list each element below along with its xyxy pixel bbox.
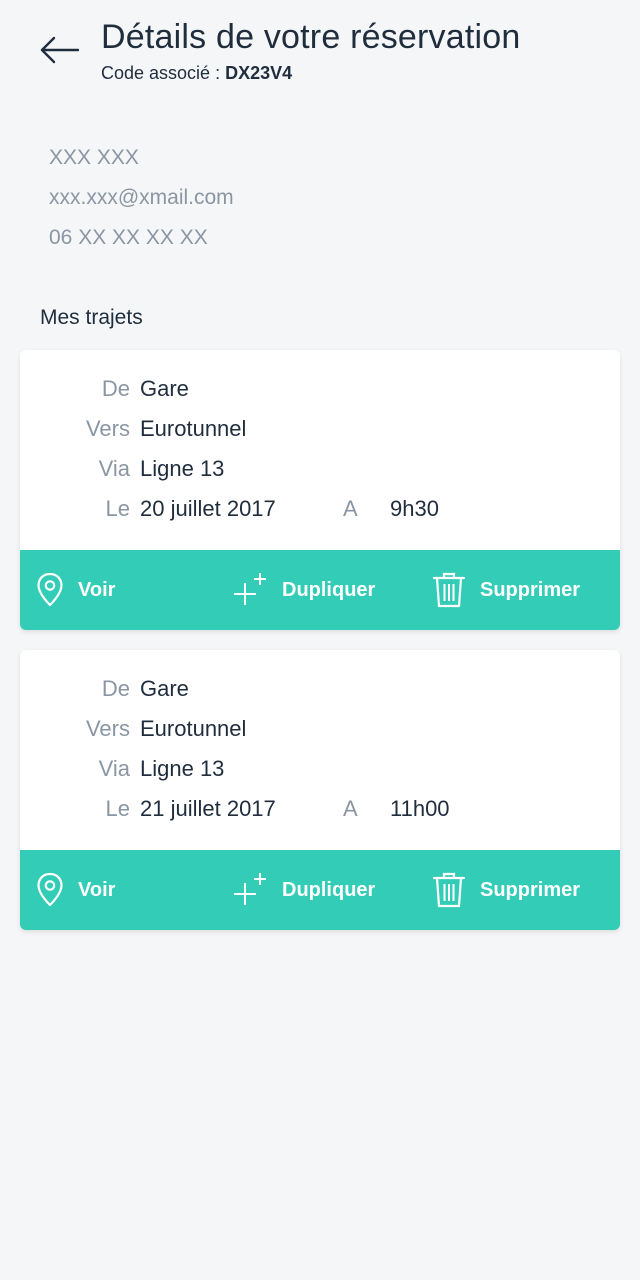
- via-value: Ligne 13: [140, 456, 225, 481]
- map-pin-icon: [37, 572, 63, 607]
- page-title: Détails de votre réservation: [101, 18, 521, 56]
- trash-icon: [432, 872, 466, 908]
- time-label: A: [343, 796, 358, 821]
- duplicate-button[interactable]: Dupliquer: [232, 850, 375, 930]
- duplicate-label: Dupliquer: [282, 878, 376, 901]
- delete-button[interactable]: Supprimer: [432, 550, 580, 630]
- contact-info: XXX XXX xxx.xxx@xmail.com 06 XX XX XX XX: [49, 143, 234, 263]
- trip-row-from: De Gare: [20, 370, 620, 410]
- date-label: Le: [105, 796, 130, 821]
- booking-code-label: Code associé :: [101, 63, 221, 83]
- delete-label: Supprimer: [480, 878, 581, 901]
- duplicate-label: Dupliquer: [282, 578, 376, 601]
- to-label: Vers: [85, 716, 130, 741]
- delete-label: Supprimer: [480, 578, 581, 601]
- trip-card: De Gare Vers Eurotunnel Via Ligne 13 Le …: [20, 350, 620, 630]
- time-value: 9h30: [390, 496, 439, 521]
- view-button[interactable]: Voir: [36, 550, 115, 630]
- trip-row-date: Le 21 juillet 2017 A 11h00: [20, 790, 620, 830]
- arrow-left-icon: [40, 36, 80, 64]
- from-value: Gare: [140, 676, 189, 701]
- add-duplicate-icon: [234, 873, 266, 905]
- time-value: 11h00: [390, 796, 450, 821]
- trip-actions: Voir Dupliquer Supprimer: [20, 550, 620, 630]
- section-title: Mes trajets: [40, 306, 143, 329]
- trip-actions: Voir Dupliquer Supprimer: [20, 850, 620, 930]
- time-label: A: [343, 496, 358, 521]
- trip-row-to: Vers Eurotunnel: [20, 710, 620, 750]
- via-label: Via: [98, 456, 130, 481]
- date-value: 21 juillet 2017: [140, 796, 276, 821]
- booking-code: Code associé : DX23V4: [101, 63, 292, 84]
- date-label: Le: [105, 496, 130, 521]
- trip-row-via: Via Ligne 13: [20, 750, 620, 790]
- date-value: 20 juillet 2017: [140, 496, 276, 521]
- booking-code-value: DX23V4: [225, 63, 293, 83]
- duplicate-button[interactable]: Dupliquer: [232, 550, 375, 630]
- contact-email: xxx.xxx@xmail.com: [49, 186, 234, 209]
- trip-row-date: Le 20 juillet 2017 A 9h30: [20, 490, 620, 530]
- trip-details: De Gare Vers Eurotunnel Via Ligne 13 Le …: [20, 650, 620, 850]
- back-button[interactable]: [38, 30, 82, 70]
- view-button[interactable]: Voir: [36, 850, 115, 930]
- trip-card: De Gare Vers Eurotunnel Via Ligne 13 Le …: [20, 650, 620, 930]
- to-value: Eurotunnel: [140, 416, 247, 441]
- via-label: Via: [98, 756, 130, 781]
- delete-button[interactable]: Supprimer: [432, 850, 580, 930]
- from-label: De: [101, 676, 130, 701]
- add-duplicate-icon: [234, 573, 266, 605]
- from-value: Gare: [140, 376, 189, 401]
- view-label: Voir: [78, 878, 116, 901]
- contact-phone: 06 XX XX XX XX: [49, 226, 208, 249]
- trip-row-via: Via Ligne 13: [20, 450, 620, 490]
- trash-icon: [432, 572, 466, 608]
- map-pin-icon: [37, 872, 63, 907]
- view-label: Voir: [78, 578, 116, 601]
- to-label: Vers: [85, 416, 130, 441]
- header: Détails de votre réservation Code associ…: [0, 0, 640, 100]
- trip-row-from: De Gare: [20, 670, 620, 710]
- via-value: Ligne 13: [140, 756, 225, 781]
- to-value: Eurotunnel: [140, 716, 247, 741]
- trip-row-to: Vers Eurotunnel: [20, 410, 620, 450]
- from-label: De: [101, 376, 130, 401]
- contact-name: XXX XXX: [49, 146, 139, 169]
- trip-details: De Gare Vers Eurotunnel Via Ligne 13 Le …: [20, 350, 620, 550]
